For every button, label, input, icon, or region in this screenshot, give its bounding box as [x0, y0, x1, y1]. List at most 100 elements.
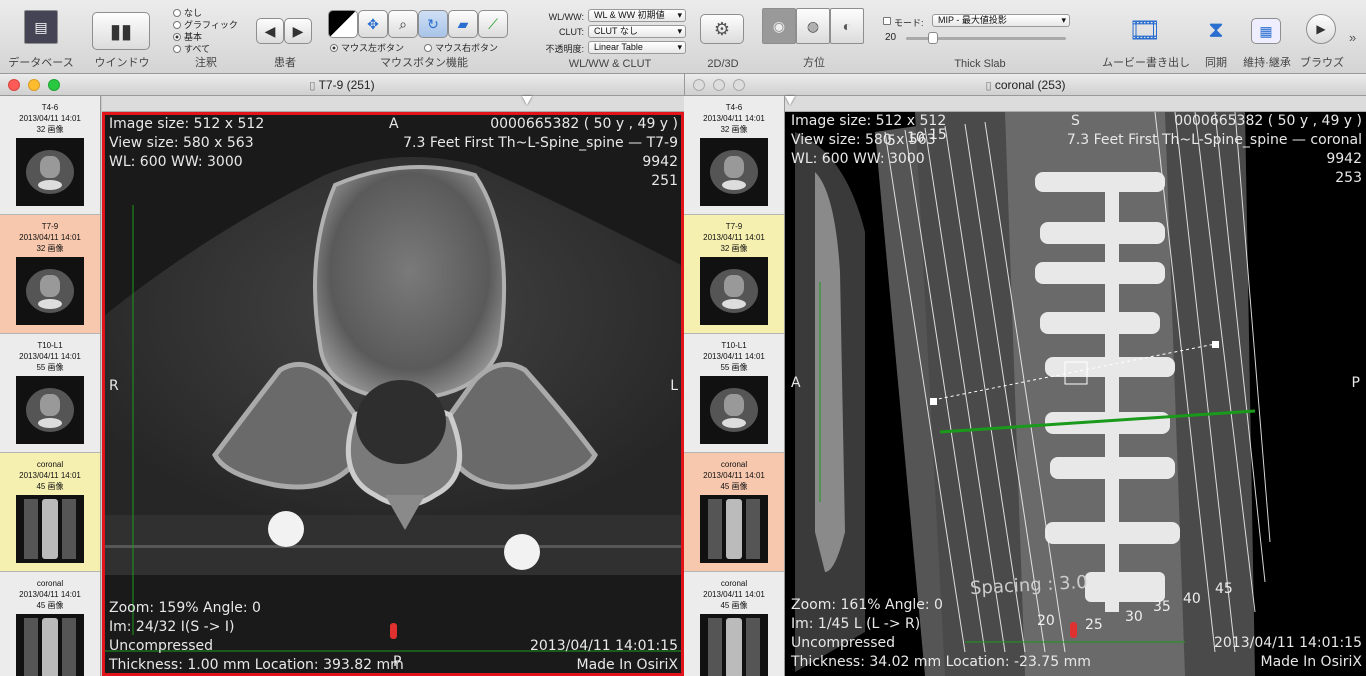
left-ruler[interactable] [102, 96, 684, 112]
wlww-tool-icon[interactable] [328, 10, 358, 38]
mode-field-label: モード: [894, 18, 924, 28]
series-count: 55 画像 [720, 363, 748, 372]
left-window-titlebar: ▯ T7-9 (251) [0, 74, 684, 96]
clut-select[interactable]: CLUT なし [588, 25, 686, 38]
zoom-icon[interactable] [733, 79, 745, 91]
mode-checkbox[interactable] [883, 17, 891, 25]
series-thumbnail[interactable]: coronal 2013/04/11 14:01 45 画像 [0, 453, 100, 572]
mouse-left-radio[interactable]: マウス左ボタン [330, 41, 404, 54]
series-count: 32 画像 [36, 125, 64, 134]
right-ruler[interactable] [785, 96, 1366, 112]
measure-tool-icon[interactable]: ⟋ [478, 10, 508, 38]
orient-top: A [389, 116, 399, 132]
series-thumbnail[interactable]: T10-L1 2013/04/11 14:01 55 画像 [684, 334, 784, 453]
series-date: 2013/04/11 14:01 [19, 233, 81, 242]
scroll-tool-icon[interactable]: ▰ [448, 10, 478, 38]
window-group[interactable]: ▮▮ ウインドウ [84, 4, 160, 72]
series-thumbnail[interactable]: T4-6 2013/04/11 14:01 32 画像 [0, 96, 100, 215]
series-date: 2013/04/11 14:01 [703, 233, 765, 242]
series-preview-image [700, 138, 768, 206]
slab-slider-thumb[interactable] [928, 32, 938, 44]
browse-group: ▶ ブラウズ [1298, 4, 1346, 72]
minimize-icon[interactable] [28, 79, 40, 91]
series-thumbnail[interactable]: coronal 2013/04/11 14:01 45 画像 [0, 572, 100, 676]
close-icon[interactable] [693, 79, 705, 91]
right-image-viewer[interactable]: Spacing : 3.0 5 10 15 20 25 30 35 40 45 Image si… [785, 112, 1366, 676]
close-icon[interactable] [8, 79, 20, 91]
overlay-top-right: 0000665382 ( 50 y , 49 y ) 7.3 Feet Firs… [1067, 112, 1362, 188]
toolbar: ▤ データベース ▮▮ ウインドウ なし グラフィック 基本 すべて 注釈 ◀ … [0, 0, 1366, 74]
movie-export-icon[interactable]: 🎞 [1129, 14, 1162, 46]
axial-ct-image [105, 115, 681, 673]
series-name: T10-L1 [721, 341, 747, 350]
window-layout-button[interactable]: ▮▮ [92, 12, 150, 50]
zoom-text: Zoom: 159% Angle: 0 [109, 600, 261, 616]
gear-icon[interactable]: ⚙ [700, 14, 744, 44]
sync-label: 同期 [1205, 57, 1227, 69]
series-thumbnail[interactable]: T4-6 2013/04/11 14:01 32 画像 [684, 96, 784, 215]
database-label: データベース [8, 57, 74, 69]
zoom-icon[interactable] [48, 79, 60, 91]
wlww-select[interactable]: WL & WW 初期値 [588, 9, 686, 22]
series-preview-image [16, 495, 84, 563]
overlay-bottom-left: Zoom: 161% Angle: 0 Im: 1/45 L (L -> R) … [791, 596, 1091, 672]
series-thumbnail[interactable]: coronal 2013/04/11 14:01 45 画像 [684, 453, 784, 572]
slab-number-label: 30 [1125, 609, 1143, 625]
axial-orientation-icon[interactable]: ◉ [762, 8, 796, 44]
left-image-viewer[interactable]: Image size: 512 x 512 View size: 580 x 5… [102, 112, 684, 676]
2d3d-label: 2D/3D [707, 58, 739, 70]
series-name: T4-6 [725, 103, 743, 112]
right-window-titlebar: ▯ coronal (253) [684, 74, 1366, 96]
coronal-orientation-icon[interactable]: ◍ [796, 8, 830, 44]
keep-settings-icon[interactable]: ▦ [1251, 18, 1281, 44]
overlay-bottom-left: Zoom: 159% Angle: 0 Im: 24/32 I(S -> I) … [109, 599, 404, 673]
series-preview-image [700, 495, 768, 563]
thickness-text: Thickness: 34.02 mm Location: -23.75 mm [791, 654, 1091, 670]
orient-top: S [1071, 113, 1080, 129]
series-thumbnail[interactable]: T7-9 2013/04/11 14:01 32 画像 [0, 215, 100, 334]
next-patient-button[interactable]: ▶ [284, 18, 312, 44]
series-thumbnail[interactable]: T10-L1 2013/04/11 14:01 55 画像 [0, 334, 100, 453]
wlww-clut-label: WL/WW & CLUT [568, 58, 652, 70]
image-index-text: Im: 24/32 I(S -> I) [109, 619, 235, 635]
move-tool-icon[interactable]: ✥ [358, 10, 388, 38]
series-count: 55 画像 [36, 363, 64, 372]
series-preview-image [16, 138, 84, 206]
wlww-group: WL/WW: WL & WW 初期値 CLUT: CLUT なし 不透明度: L… [528, 4, 692, 72]
keep-group: ▦ 維持·継承 [1238, 4, 1296, 72]
sync-icon[interactable]: ⧗ [1202, 14, 1230, 46]
series-name: coronal [720, 460, 748, 469]
view-size-text: View size: 580 x 563 [109, 135, 254, 151]
zoom-tool-icon[interactable]: ⌕ [388, 10, 418, 38]
series-thumbnail[interactable]: T7-9 2013/04/11 14:01 32 画像 [684, 215, 784, 334]
right-series-list: T4-6 2013/04/11 14:01 32 画像 T7-9 2013/04/11 … [684, 96, 785, 676]
image-index-text: Im: 1/45 L (L -> R) [791, 616, 921, 632]
database-group[interactable]: ▤ データベース [0, 4, 82, 72]
study-num-text: 9942 [642, 154, 678, 170]
document-icon: ▯ [985, 80, 992, 92]
series-count: 32 画像 [36, 244, 64, 253]
series-count: 45 画像 [36, 482, 64, 491]
study-num-text: 9942 [1326, 151, 1362, 167]
mouse-right-radio[interactable]: マウス右ボタン [424, 41, 498, 54]
series-preview-image [16, 257, 84, 325]
prev-patient-button[interactable]: ◀ [256, 18, 284, 44]
minimize-icon[interactable] [713, 79, 725, 91]
slab-number-label: 45 [1215, 581, 1233, 597]
sagittal-orientation-icon[interactable]: ◐ [830, 8, 864, 44]
wl-ww-text: WL: 600 WW: 3000 [109, 154, 243, 170]
series-num-text: 251 [651, 173, 678, 189]
slider-marker-icon[interactable] [522, 96, 532, 105]
opacity-select[interactable]: Linear Table [588, 41, 686, 54]
series-count: 45 画像 [36, 601, 64, 610]
overlay-bottom-right: 2013/04/11 14:01:15 Made In OsiriX [1214, 634, 1362, 672]
left-series-list: T4-6 2013/04/11 14:01 32 画像 T7-9 2013/04/11 … [0, 96, 101, 676]
play-icon[interactable]: ▶ [1306, 14, 1336, 44]
series-thumbnail[interactable]: coronal 2013/04/11 14:01 45 画像 [684, 572, 784, 676]
mode-select[interactable]: MIP - 最大値投影 [932, 14, 1070, 27]
rotate-tool-icon[interactable]: ↻ [418, 10, 448, 38]
orient-left: A [791, 375, 801, 391]
slider-marker-icon[interactable] [785, 96, 795, 105]
database-icon[interactable]: ▤ [24, 10, 58, 44]
more-chevron-icon[interactable]: » [1349, 30, 1356, 45]
